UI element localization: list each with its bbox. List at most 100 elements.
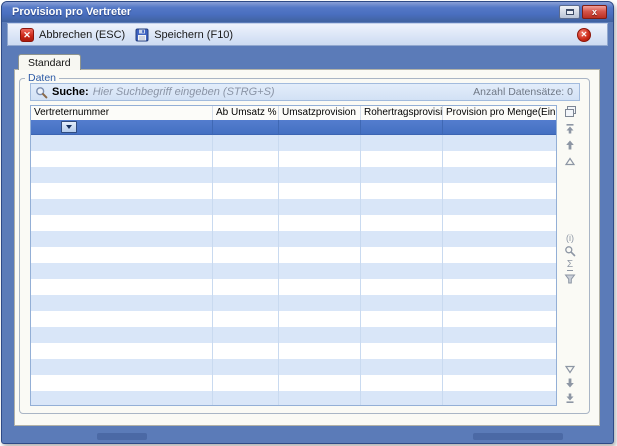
table-cell[interactable]	[443, 199, 556, 215]
previous-record-icon[interactable]	[563, 155, 577, 168]
go-last-record-icon[interactable]	[563, 391, 577, 404]
table-cell[interactable]	[443, 135, 556, 151]
table-cell[interactable]	[213, 343, 279, 359]
table-row[interactable]	[31, 343, 556, 359]
table-cell[interactable]	[279, 327, 361, 343]
table-cell[interactable]	[443, 327, 556, 343]
column-header[interactable]: Vertreternummer	[31, 106, 213, 120]
table-row[interactable]	[31, 391, 556, 406]
table-cell[interactable]	[31, 375, 213, 391]
search-record-icon[interactable]	[563, 244, 577, 257]
table-cell[interactable]	[443, 183, 556, 199]
table-cell[interactable]	[31, 311, 213, 327]
table-cell[interactable]	[31, 327, 213, 343]
table-cell[interactable]	[279, 263, 361, 279]
column-chooser-icon[interactable]	[563, 105, 577, 118]
table-row[interactable]	[31, 183, 556, 199]
table-cell[interactable]	[213, 327, 279, 343]
grid-filter-row[interactable]	[31, 120, 556, 135]
table-row[interactable]	[31, 359, 556, 375]
table-row[interactable]	[31, 135, 556, 151]
table-cell[interactable]	[213, 391, 279, 406]
table-cell[interactable]	[361, 375, 443, 391]
table-cell[interactable]	[213, 151, 279, 167]
page-down-icon[interactable]	[563, 376, 577, 389]
column-header[interactable]: Provision pro Menge(Einheit)	[443, 106, 556, 120]
restore-button[interactable]	[559, 5, 580, 19]
table-cell[interactable]	[279, 167, 361, 183]
table-cell[interactable]	[279, 151, 361, 167]
table-row[interactable]	[31, 231, 556, 247]
table-cell[interactable]	[213, 375, 279, 391]
table-cell[interactable]	[361, 311, 443, 327]
table-cell[interactable]	[213, 311, 279, 327]
table-cell[interactable]	[361, 183, 443, 199]
table-cell[interactable]	[213, 231, 279, 247]
table-cell[interactable]	[31, 199, 213, 215]
table-cell[interactable]	[279, 391, 361, 406]
table-cell[interactable]	[361, 135, 443, 151]
search-input[interactable]	[93, 86, 469, 98]
table-cell[interactable]	[213, 167, 279, 183]
table-cell[interactable]	[361, 343, 443, 359]
table-cell[interactable]	[443, 279, 556, 295]
title-bar[interactable]: Provision pro Vertreter x	[2, 2, 613, 22]
table-cell[interactable]	[31, 359, 213, 375]
table-row[interactable]	[31, 311, 556, 327]
go-first-record-icon[interactable]	[563, 122, 577, 135]
page-up-icon[interactable]	[563, 138, 577, 151]
filter-row-cell[interactable]	[213, 120, 279, 134]
table-cell[interactable]	[361, 167, 443, 183]
save-button[interactable]: Speichern (F10)	[131, 26, 239, 44]
table-cell[interactable]	[31, 295, 213, 311]
cell-dropdown-button[interactable]	[61, 121, 77, 133]
table-row[interactable]	[31, 263, 556, 279]
table-cell[interactable]	[31, 215, 213, 231]
table-cell[interactable]	[31, 391, 213, 406]
table-cell[interactable]	[361, 295, 443, 311]
next-record-icon[interactable]	[563, 362, 577, 375]
table-cell[interactable]	[279, 343, 361, 359]
table-cell[interactable]	[279, 295, 361, 311]
filter-row-cell[interactable]	[279, 120, 361, 134]
column-header[interactable]: Ab Umsatz %	[213, 106, 279, 120]
table-cell[interactable]	[279, 311, 361, 327]
table-cell[interactable]	[31, 263, 213, 279]
table-cell[interactable]	[279, 359, 361, 375]
table-cell[interactable]	[361, 391, 443, 406]
table-cell[interactable]	[361, 247, 443, 263]
filter-row-cell[interactable]	[361, 120, 443, 134]
table-cell[interactable]	[279, 279, 361, 295]
table-row[interactable]	[31, 295, 556, 311]
table-cell[interactable]	[213, 295, 279, 311]
table-cell[interactable]	[361, 279, 443, 295]
table-cell[interactable]	[31, 279, 213, 295]
table-cell[interactable]	[31, 167, 213, 183]
table-cell[interactable]	[443, 343, 556, 359]
table-row[interactable]	[31, 199, 556, 215]
column-header[interactable]: Rohertragsprovision	[361, 106, 443, 120]
table-row[interactable]	[31, 375, 556, 391]
table-row[interactable]	[31, 247, 556, 263]
table-cell[interactable]	[213, 359, 279, 375]
filter-icon[interactable]	[563, 272, 577, 285]
table-row[interactable]	[31, 327, 556, 343]
table-cell[interactable]	[443, 359, 556, 375]
table-row[interactable]	[31, 151, 556, 167]
filter-row-cell[interactable]	[31, 120, 213, 134]
table-cell[interactable]	[31, 183, 213, 199]
table-cell[interactable]	[361, 199, 443, 215]
close-button[interactable]: x	[582, 5, 607, 19]
table-cell[interactable]	[443, 231, 556, 247]
table-cell[interactable]	[279, 231, 361, 247]
table-cell[interactable]	[443, 391, 556, 406]
table-cell[interactable]	[279, 375, 361, 391]
table-cell[interactable]	[279, 199, 361, 215]
table-cell[interactable]	[279, 215, 361, 231]
table-cell[interactable]	[31, 135, 213, 151]
table-cell[interactable]	[443, 263, 556, 279]
table-cell[interactable]	[361, 359, 443, 375]
table-cell[interactable]	[213, 279, 279, 295]
filter-row-cell[interactable]	[443, 120, 556, 134]
table-cell[interactable]	[443, 311, 556, 327]
